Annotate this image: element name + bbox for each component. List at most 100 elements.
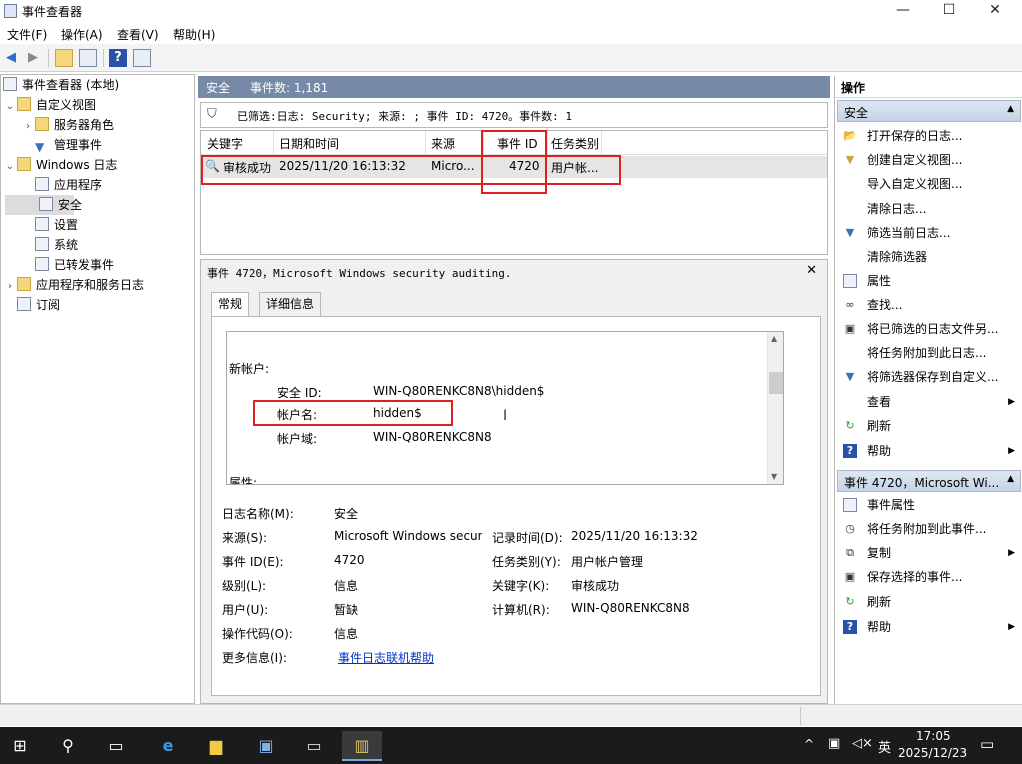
col-category[interactable]: 任务类别	[551, 135, 599, 152]
column-separator[interactable]	[547, 131, 548, 155]
close-button[interactable]: ✕	[972, 0, 1018, 22]
menu-view[interactable]: 查看(V)	[117, 26, 159, 43]
tree-custom-views[interactable]: ⌄ 自定义视图	[1, 95, 194, 115]
action-create-custom-view[interactable]: ▼ 创建自定义视图...	[837, 148, 1021, 172]
online-help-link[interactable]: 事件日志联机帮助	[338, 649, 434, 666]
tab-details[interactable]: 详细信息	[259, 292, 322, 316]
scroll-up-icon[interactable]: ▲	[771, 334, 777, 343]
col-keyword[interactable]: 关键字	[207, 135, 243, 152]
action-attach-task-event[interactable]: ◷ 将任务附加到此事件...	[837, 517, 1021, 541]
action-help-event[interactable]: ? 帮助 ▶	[837, 615, 1021, 639]
menu-file[interactable]: 文件(F)	[7, 26, 47, 43]
logged-value: 2025/11/20 16:13:32	[571, 529, 698, 543]
action-properties[interactable]: 属性	[837, 269, 1021, 293]
tree-application[interactable]: 应用程序	[1, 175, 194, 195]
action-find[interactable]: ∞ 查找...	[837, 293, 1021, 317]
column-separator[interactable]	[425, 131, 426, 155]
collapse-icon[interactable]: ▲	[1007, 104, 1014, 114]
action-label: 事件属性	[867, 498, 916, 512]
menu-help[interactable]: 帮助(H)	[173, 26, 215, 43]
column-separator[interactable]	[273, 131, 274, 155]
window-title: 事件查看器	[22, 5, 83, 19]
network-icon[interactable]: ▣	[828, 736, 840, 751]
event-properties-icon	[843, 498, 857, 512]
tree-windows-logs[interactable]: ⌄ Windows 日志	[1, 155, 194, 175]
actions-section-security[interactable]: 安全 ▲	[837, 100, 1021, 122]
chevron-down-icon[interactable]: ⌄	[3, 97, 17, 117]
tree-system-label: 系统	[54, 238, 79, 252]
action-label: 复制	[867, 546, 892, 560]
tree-security[interactable]: 安全	[5, 195, 82, 215]
minimize-button[interactable]: —	[880, 0, 926, 22]
action-label: 打开保存的日志...	[867, 129, 963, 143]
show-hide-action-pane-icon[interactable]	[133, 49, 151, 67]
windows-start-icon[interactable]: ⊞	[0, 731, 40, 761]
action-refresh-event[interactable]: ↻ 刷新	[837, 590, 1021, 614]
submenu-arrow-icon: ▶	[1008, 548, 1015, 558]
action-attach-task-log[interactable]: 将任务附加到此日志...	[837, 341, 1021, 365]
menu-action[interactable]: 操作(A)	[61, 26, 103, 43]
clock-time[interactable]: 17:05	[916, 729, 951, 743]
action-label: 查看	[867, 395, 892, 409]
file-explorer-icon[interactable]: ▆	[196, 731, 236, 761]
scroll-thumb[interactable]	[769, 372, 783, 394]
show-hidden-icons-icon[interactable]: ^	[804, 737, 814, 751]
action-refresh[interactable]: ↻ 刷新	[837, 414, 1021, 438]
help-icon[interactable]: ?	[109, 49, 127, 67]
col-source[interactable]: 来源	[431, 135, 455, 152]
search-icon[interactable]: ⚲	[48, 731, 88, 761]
close-icon[interactable]: ✕	[806, 263, 817, 278]
tree-setup[interactable]: 设置	[1, 215, 194, 235]
action-clear-log[interactable]: 清除日志...	[837, 197, 1021, 221]
event-message[interactable]: 新帐户: 安全 ID: WIN-Q80RENKC8N8\hidden$ 帐户名:…	[226, 331, 784, 485]
actions-section-event[interactable]: 事件 4720，Microsoft Wi... ▲	[837, 470, 1021, 492]
internet-explorer-icon[interactable]: e	[148, 731, 188, 761]
show-hide-tree-icon[interactable]	[79, 49, 97, 67]
tree-forwarded[interactable]: 已转发事件	[1, 255, 194, 275]
volume-muted-icon[interactable]: ◁×	[852, 736, 873, 751]
general-pane: 新帐户: 安全 ID: WIN-Q80RENKC8N8\hidden$ 帐户名:…	[211, 316, 821, 696]
tree-system[interactable]: 系统	[1, 235, 194, 255]
tab-general[interactable]: 常规	[211, 292, 250, 316]
command-prompt-icon[interactable]: ▭	[294, 731, 334, 761]
toolbar: ◀ ▶ ?	[0, 44, 1022, 72]
action-save-filtered-log[interactable]: ▣ 将已筛选的日志文件另...	[837, 317, 1021, 341]
chevron-right-icon[interactable]: ›	[21, 117, 35, 137]
scroll-down-icon[interactable]: ▼	[771, 472, 777, 481]
collapse-icon[interactable]: ▲	[1007, 474, 1014, 484]
clock-date[interactable]: 2025/12/23	[898, 746, 967, 760]
tree-admin-events[interactable]: ▼ 管理事件	[1, 135, 194, 155]
action-filter-current-log[interactable]: ▼ 筛选当前日志...	[837, 221, 1021, 245]
chevron-down-icon[interactable]: ⌄	[3, 157, 17, 177]
chevron-right-icon[interactable]: ›	[3, 277, 17, 297]
tree-subscriptions[interactable]: 订阅	[1, 295, 194, 315]
action-open-saved-log[interactable]: 📂 打开保存的日志...	[837, 124, 1021, 148]
action-save-selected-events[interactable]: ▣ 保存选择的事件...	[837, 565, 1021, 589]
column-separator[interactable]	[601, 131, 602, 155]
action-help[interactable]: ? 帮助 ▶	[837, 439, 1021, 463]
tree-app-service-logs[interactable]: › 应用程序和服务日志	[1, 275, 194, 295]
action-event-properties[interactable]: 事件属性	[837, 493, 1021, 517]
notifications-icon[interactable]: ▭	[980, 735, 994, 753]
action-import-custom-view[interactable]: 导入自定义视图...	[837, 172, 1021, 196]
message-scrollbar[interactable]: ▲ ▼	[767, 332, 783, 484]
log-icon	[35, 237, 49, 251]
task-view-icon[interactable]: ▭	[96, 731, 136, 761]
action-clear-filter[interactable]: 清除筛选器	[837, 245, 1021, 269]
maximize-button[interactable]: ☐	[926, 0, 972, 22]
server-manager-icon[interactable]: ▣	[246, 731, 286, 761]
col-datetime[interactable]: 日期和时间	[279, 135, 339, 152]
back-icon[interactable]: ◀	[2, 49, 20, 67]
tree-root[interactable]: 事件查看器 (本地)	[1, 75, 194, 95]
action-label: 将任务附加到此日志...	[867, 346, 987, 360]
action-view[interactable]: 查看 ▶	[837, 390, 1021, 414]
up-folder-icon[interactable]	[55, 49, 73, 67]
section-label: 安全	[844, 106, 869, 120]
action-save-filter-custom[interactable]: ▼ 将筛选器保存到自定义...	[837, 365, 1021, 389]
tree-server-roles[interactable]: › 服务器角色	[1, 115, 194, 135]
action-copy[interactable]: ⧉ 复制 ▶	[837, 541, 1021, 565]
forward-icon[interactable]: ▶	[24, 49, 42, 67]
properties-icon	[843, 274, 857, 288]
ime-indicator[interactable]: 英	[878, 737, 891, 756]
event-viewer-taskbar-icon[interactable]: ▥	[342, 731, 382, 761]
